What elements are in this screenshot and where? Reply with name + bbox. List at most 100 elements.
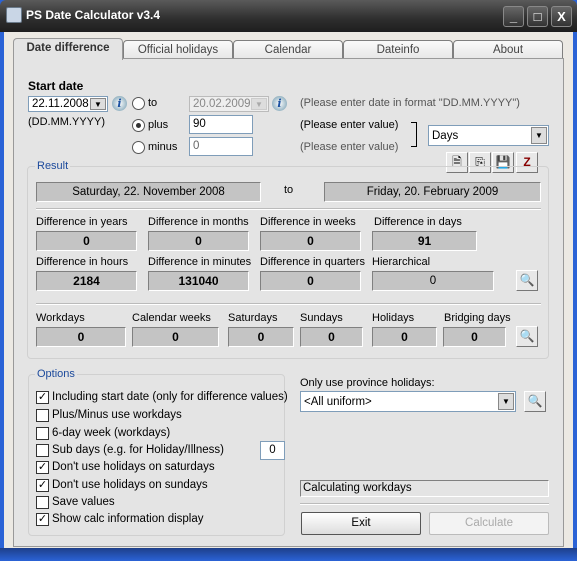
start-date-picker[interactable]: 22.11.2008 ▼ [28,96,108,112]
diff-hours-value: 2184 [36,271,137,291]
option-checkbox[interactable]: ✓ [36,513,49,526]
chevron-down-icon[interactable]: ▼ [531,127,547,144]
option-checkbox[interactable]: ✓ [36,391,49,404]
saturdays-label: Saturdays [228,312,278,324]
close-button[interactable]: X [551,6,572,27]
province-label: Only use province holidays: [300,377,435,389]
province-select[interactable]: <All uniform> ▼ [300,391,516,412]
exit-button[interactable]: Exit [301,512,421,535]
diff-weeks-label: Difference in weeks [260,216,356,228]
check-icon: ✓ [37,513,48,525]
tab-dateinfo[interactable]: Dateinfo [343,40,453,59]
workdays-label: Workdays [36,312,85,324]
radio-plus-label: plus [148,119,169,131]
tab-official-holidays[interactable]: Official holidays [123,40,233,59]
radio-minus[interactable] [132,141,145,154]
option-checkbox[interactable] [36,409,49,422]
minimize-button[interactable]: _ [503,6,524,27]
result-from-date: Saturday, 22. November 2008 [36,182,261,202]
maximize-button[interactable]: □ [527,6,548,27]
workdays-value: 0 [36,327,126,347]
bridging-days-value: 0 [443,327,506,347]
tab-date-difference[interactable]: Date difference [13,38,123,60]
result-to-date: Friday, 20. February 2009 [324,182,541,202]
option-checkbox[interactable]: ✓ [36,461,49,474]
province-selected: <All uniform> [304,396,372,408]
app-icon [6,7,22,23]
option-checkbox[interactable]: ✓ [36,479,49,492]
divider [36,208,541,210]
option-label: Sub days (e.g. for Holiday/Illness) [52,444,224,456]
check-icon: ✓ [37,391,48,403]
end-date-value: 20.02.2009 [193,98,251,110]
plus-input[interactable]: 90 [189,115,253,134]
tab-about[interactable]: About [453,40,563,59]
info-icon[interactable]: i [272,96,287,111]
diff-years-label: Difference in years [36,216,128,228]
sub-days-input[interactable]: 0 [260,441,285,460]
status-display: Calculating workdays [300,480,549,497]
diff-hours-label: Difference in hours [36,256,129,268]
info-icon[interactable]: i [112,96,127,111]
divider [36,303,541,305]
magnifier-icon[interactable]: 🔍 [516,270,538,291]
unit-select[interactable]: Days ▼ [428,125,549,146]
option-checkbox[interactable] [36,496,49,509]
sundays-value: 0 [300,327,363,347]
holidays-value: 0 [372,327,437,347]
divider [300,503,549,505]
result-label: Result [35,160,71,172]
option-checkbox[interactable] [36,444,49,457]
bracket-divider [411,122,417,147]
diff-quarters-label: Difference in quarters [260,256,365,268]
magnifier-icon[interactable]: 🔍 [524,391,546,412]
hierarchical-value: 0 [372,271,494,291]
option-label: 6-day week (workdays) [52,427,171,439]
radio-minus-label: minus [148,141,178,153]
start-date-format: (DD.MM.YYYY) [28,116,105,128]
calendar-weeks-label: Calendar weeks [132,312,211,324]
diff-months-value: 0 [148,231,249,251]
option-label: Including start date (only for differenc… [52,391,288,403]
diff-days-value: 91 [372,231,477,251]
option-label: Don't use holidays on saturdays [52,461,215,473]
check-icon: ✓ [37,461,48,473]
diff-months-label: Difference in months [148,216,249,228]
diff-days-label: Difference in days [374,216,462,228]
chevron-down-icon[interactable]: ▼ [498,393,514,410]
chevron-down-icon[interactable]: ▼ [251,98,267,110]
diff-years-value: 0 [36,231,137,251]
window-title: PS Date Calculator v3.4 [26,8,161,22]
diff-quarters-value: 0 [260,271,361,291]
minus-hint: (Please enter value) [300,141,399,153]
date-format-hint: (Please enter date in format "DD.MM.YYYY… [300,97,520,109]
minus-input[interactable]: 0 [189,137,253,156]
calculate-button[interactable]: Calculate [429,512,549,535]
saturdays-value: 0 [228,327,294,347]
option-checkbox[interactable] [36,427,49,440]
magnifier-icon[interactable]: 🔍 [516,326,538,347]
holidays-label: Holidays [372,312,415,324]
hierarchical-label: Hierarchical [372,256,431,268]
start-date-value: 22.11.2008 [32,98,89,110]
chevron-down-icon[interactable]: ▼ [90,98,106,110]
options-label: Options [35,368,77,380]
calendar-weeks-value: 0 [132,327,219,347]
window-border [0,548,577,561]
result-to-label: to [284,184,294,196]
option-label: Plus/Minus use workdays [52,409,182,421]
start-date-heading: Start date [28,79,84,93]
diff-minutes-label: Difference in minutes [148,256,252,268]
diff-weeks-value: 0 [260,231,361,251]
option-label: Don't use holidays on sundays [52,479,208,491]
unit-selected: Days [432,130,459,142]
tab-calendar[interactable]: Calendar [233,40,343,59]
diff-minutes-value: 131040 [148,271,249,291]
check-icon: ✓ [37,479,48,491]
bridging-days-label: Bridging days [444,312,511,324]
option-label: Show calc information display [52,513,204,525]
end-date-picker[interactable]: 20.02.2009 ▼ [189,96,269,112]
radio-plus[interactable] [132,119,145,132]
sundays-label: Sundays [300,312,343,324]
radio-to[interactable] [132,97,145,110]
